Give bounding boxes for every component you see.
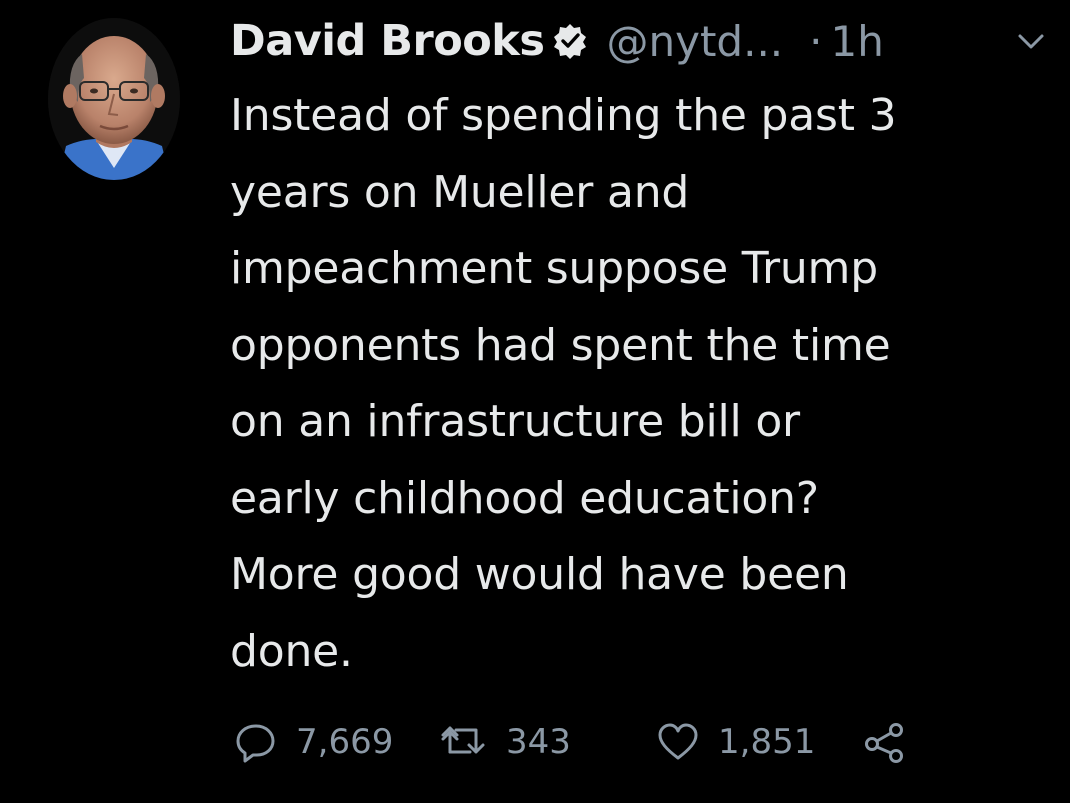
- tweet-body-line: years on Mueller and: [230, 166, 690, 218]
- like-button[interactable]: 1,851: [656, 716, 815, 768]
- tweet-body: Instead of spending the past 3 years on …: [230, 78, 1030, 690]
- tweet-actions: 7,669 343 1,851: [234, 716, 1034, 768]
- heart-icon: [656, 720, 700, 764]
- retweet-count: 343: [506, 722, 571, 762]
- reply-icon: [234, 720, 278, 764]
- tweet-body-line: More good would have been: [230, 549, 849, 600]
- retweet-button[interactable]: 343: [440, 716, 571, 768]
- verified-badge-icon: [552, 23, 588, 59]
- tweet-body-line: on an infrastructure bill or: [230, 396, 800, 447]
- author-handle[interactable]: @nytd...: [606, 17, 783, 66]
- reply-count: 7,669: [296, 722, 394, 762]
- tweet-body-line: Instead of spending the past 3: [230, 90, 897, 141]
- author-name[interactable]: David Brooks: [230, 16, 545, 66]
- avatar[interactable]: [48, 18, 180, 180]
- tweet-body-line: done.: [230, 625, 353, 677]
- retweet-icon: [440, 720, 488, 764]
- tweet-body-line: opponents had spent the time: [230, 319, 891, 371]
- tweet-timestamp[interactable]: 1h: [831, 17, 884, 66]
- tweet-body-line: early childhood education?: [230, 472, 819, 524]
- separator-dot: ·: [809, 16, 823, 66]
- tweet-header: David Brooks @nytd... · 1h: [230, 10, 884, 72]
- chevron-down-icon[interactable]: [1014, 30, 1048, 54]
- share-icon: [862, 720, 910, 764]
- tweet-body-line: impeachment suppose Trump: [230, 243, 878, 294]
- share-button[interactable]: [862, 716, 910, 768]
- reply-button[interactable]: 7,669: [234, 716, 393, 768]
- tweet: David Brooks @nytd... · 1h Instead of sp…: [0, 0, 1070, 803]
- like-count: 1,851: [718, 722, 816, 762]
